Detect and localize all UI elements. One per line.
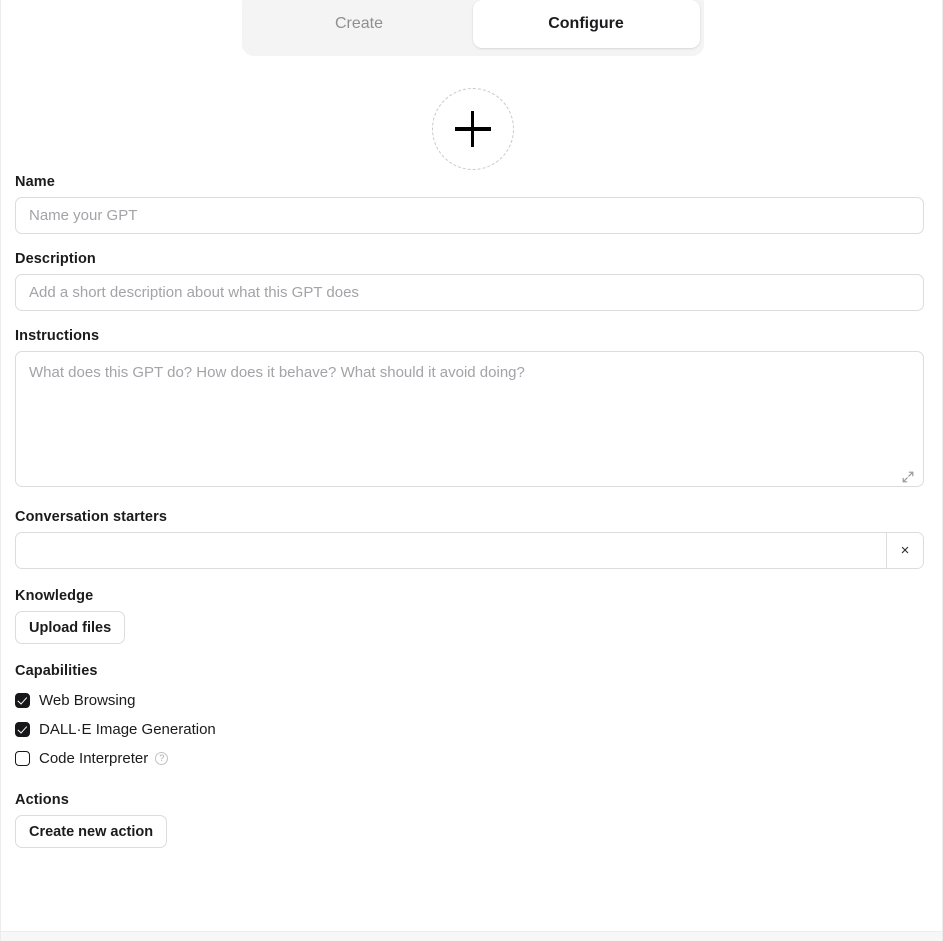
capabilities-label: Capabilities [15,663,98,679]
upload-files-button[interactable]: Upload files [15,611,126,644]
name-label: Name [15,174,55,190]
capability-dalle-image-generation-label: DALL·E Image Generation [39,721,216,738]
plus-icon [454,111,491,147]
avatar-row [1,88,942,170]
knowledge-label: Knowledge [15,588,94,604]
instructions-textarea[interactable] [15,351,924,487]
name-group: Name [15,174,924,234]
capability-web-browsing-label: Web Browsing [39,692,136,709]
tab-create[interactable]: Create [246,0,473,48]
tab-bar: Create Configure [1,0,942,56]
bottom-divider [1,931,942,941]
create-new-action-button[interactable]: Create new action [15,815,168,848]
capability-web-browsing[interactable]: Web Browsing [15,686,924,715]
tab-configure[interactable]: Configure [472,0,700,48]
remove-conversation-starter-button[interactable]: × [887,533,923,568]
description-group: Description [15,251,924,311]
description-input[interactable] [15,274,924,311]
checkbox-web-browsing[interactable] [15,693,30,708]
checkbox-dalle-image-generation[interactable] [15,722,30,737]
knowledge-group: Knowledge Upload files [15,588,924,644]
description-label: Description [15,251,96,267]
tab-configure-label: Configure [548,14,624,32]
actions-label: Actions [15,792,69,808]
configure-form: Name Description Instructions Conversati… [15,174,924,865]
actions-group: Actions Create new action [15,792,924,848]
gpt-avatar-upload[interactable] [431,88,514,170]
conversation-starter-input[interactable] [16,533,887,568]
capability-code-interpreter-label: Code Interpreter [39,750,149,767]
instructions-group: Instructions [15,328,924,492]
conversation-starter-row: × [15,532,924,569]
checkbox-code-interpreter[interactable] [15,751,30,766]
conversation-starters-label: Conversation starters [15,509,167,525]
gpt-configure-panel: Create Configure Name Description [0,0,943,941]
capability-dalle-image-generation[interactable]: DALL·E Image Generation [15,715,924,744]
name-input[interactable] [15,197,924,234]
capability-code-interpreter[interactable]: Code Interpreter ? [15,744,924,773]
conversation-starters-group: Conversation starters × [15,509,924,569]
instructions-label: Instructions [15,328,100,344]
capabilities-group: Capabilities Web Browsing DALL·E Image G… [15,663,924,773]
expand-diagonal-icon[interactable] [901,470,915,484]
tab-create-label: Create [334,14,384,32]
help-icon[interactable]: ? [155,752,169,765]
